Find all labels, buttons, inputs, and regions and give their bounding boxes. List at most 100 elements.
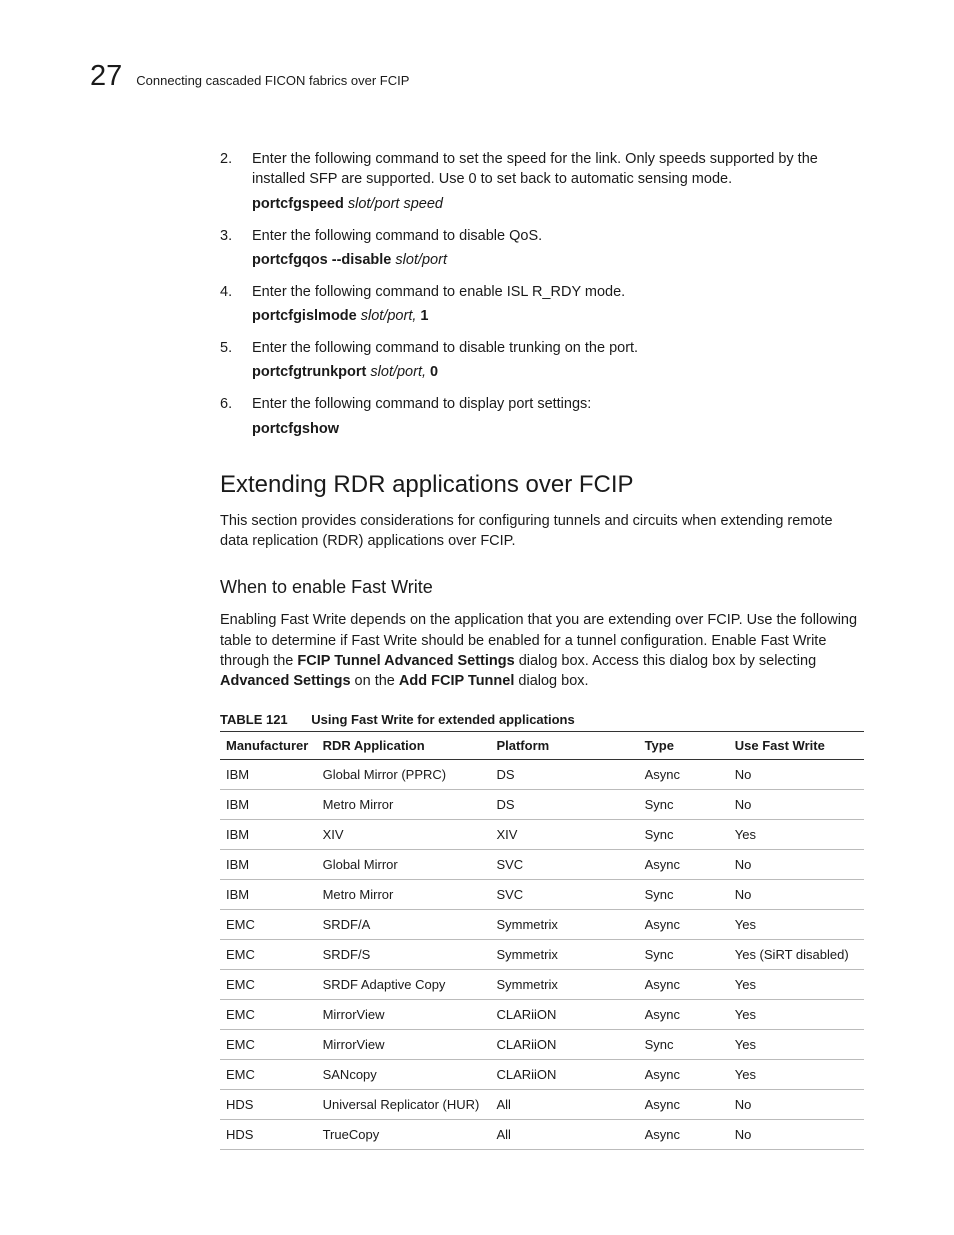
step-number: 6. [220, 394, 232, 414]
column-header: Platform [490, 731, 638, 759]
table-cell: Async [639, 759, 729, 789]
step-text: Enter the following command to display p… [252, 396, 591, 412]
command-name: portcfgtrunkport [252, 364, 366, 380]
table-cell: EMC [220, 939, 317, 969]
table-cell: Metro Mirror [317, 879, 491, 909]
table-cell: DS [490, 759, 638, 789]
para-text: on the [351, 673, 399, 689]
table-cell: Universal Replicator (HUR) [317, 1089, 491, 1119]
table-cell: Async [639, 849, 729, 879]
table-cell: Global Mirror [317, 849, 491, 879]
column-header: Type [639, 731, 729, 759]
table-cell: Metro Mirror [317, 789, 491, 819]
column-header: RDR Application [317, 731, 491, 759]
command-name: portcfgspeed [252, 196, 344, 212]
table-cell: IBM [220, 849, 317, 879]
table-row: EMCMirrorViewCLARiiONAsyncYes [220, 999, 864, 1029]
table-cell: Sync [639, 939, 729, 969]
table-row: IBMGlobal Mirror (PPRC)DSAsyncNo [220, 759, 864, 789]
command-suffix: 0 [426, 364, 438, 380]
command-args: slot/port, [357, 308, 417, 324]
table-cell: Sync [639, 789, 729, 819]
table-cell: Symmetrix [490, 909, 638, 939]
inline-bold-2: Advanced Settings [220, 673, 351, 689]
table-cell: Yes [729, 819, 864, 849]
chapter-number: 27 [90, 60, 122, 93]
table-cell: EMC [220, 909, 317, 939]
para-text: dialog box. Access this dialog box by se… [515, 653, 816, 669]
command-name: portcfgqos --disable [252, 252, 391, 268]
command-name: portcfgshow [252, 421, 339, 437]
table-header-row: ManufacturerRDR ApplicationPlatformTypeU… [220, 731, 864, 759]
step-item: 2.Enter the following command to set the… [220, 149, 864, 190]
inline-bold-1: FCIP Tunnel Advanced Settings [297, 653, 514, 669]
table-cell: MirrorView [317, 1029, 491, 1059]
table-cell: IBM [220, 819, 317, 849]
table-row: IBMXIVXIVSyncYes [220, 819, 864, 849]
table-cell: No [729, 759, 864, 789]
table-cell: Symmetrix [490, 939, 638, 969]
body-column: 2.Enter the following command to set the… [220, 149, 864, 1150]
section-intro: This section provides considerations for… [220, 511, 864, 552]
command-args: slot/port speed [344, 196, 443, 212]
table-row: IBMMetro MirrorSVCSyncNo [220, 879, 864, 909]
table-cell: Async [639, 999, 729, 1029]
table-cell: SRDF/A [317, 909, 491, 939]
table-row: EMCSANcopyCLARiiONAsyncYes [220, 1059, 864, 1089]
table-cell: SVC [490, 879, 638, 909]
table-row: EMCSRDF Adaptive CopySymmetrixAsyncYes [220, 969, 864, 999]
table-cell: HDS [220, 1119, 317, 1149]
table-cell: XIV [490, 819, 638, 849]
table-cell: DS [490, 789, 638, 819]
table-cell: Yes [729, 969, 864, 999]
subsection-paragraph: Enabling Fast Write depends on the appli… [220, 610, 864, 691]
table-row: HDSTrueCopyAllAsyncNo [220, 1119, 864, 1149]
table-cell: No [729, 849, 864, 879]
table-cell: SRDF Adaptive Copy [317, 969, 491, 999]
table-cell: Async [639, 969, 729, 999]
command-line: portcfgtrunkport slot/port, 0 [252, 364, 864, 380]
table-cell: Global Mirror (PPRC) [317, 759, 491, 789]
table-cell: No [729, 879, 864, 909]
table-cell: IBM [220, 759, 317, 789]
table-cell: No [729, 1089, 864, 1119]
table-cell: Async [639, 909, 729, 939]
table-body: IBMGlobal Mirror (PPRC)DSAsyncNoIBMMetro… [220, 759, 864, 1149]
command-line: portcfgislmode slot/port, 1 [252, 308, 864, 324]
table-cell: Yes (SiRT disabled) [729, 939, 864, 969]
table-cell: No [729, 1119, 864, 1149]
table-cell: Yes [729, 999, 864, 1029]
table-cell: All [490, 1089, 638, 1119]
table-cell: TrueCopy [317, 1119, 491, 1149]
column-header: Use Fast Write [729, 731, 864, 759]
step-item: 5. Enter the following command to disable… [220, 338, 864, 358]
table-row: EMCMirrorViewCLARiiONSyncYes [220, 1029, 864, 1059]
command-args: slot/port [391, 252, 447, 268]
table-cell: No [729, 789, 864, 819]
command-line: portcfgspeed slot/port speed [252, 196, 864, 212]
step-text: Enter the following command to set the s… [252, 151, 818, 187]
table-cell: EMC [220, 999, 317, 1029]
table-row: EMCSRDF/SSymmetrixSyncYes (SiRT disabled… [220, 939, 864, 969]
table-cell: SRDF/S [317, 939, 491, 969]
running-header: 27 Connecting cascaded FICON fabrics ove… [90, 60, 864, 93]
step-text: Enter the following command to enable IS… [252, 284, 625, 300]
table-cell: All [490, 1119, 638, 1149]
chapter-title: Connecting cascaded FICON fabrics over F… [136, 73, 409, 88]
para-text: dialog box. [514, 673, 588, 689]
table-cell: CLARiiON [490, 1059, 638, 1089]
table-cell: EMC [220, 1059, 317, 1089]
table-cell: CLARiiON [490, 999, 638, 1029]
step-list: 2.Enter the following command to set the… [220, 149, 864, 437]
fast-write-table: ManufacturerRDR ApplicationPlatformTypeU… [220, 731, 864, 1150]
table-cell: XIV [317, 819, 491, 849]
step-text: Enter the following command to disable t… [252, 340, 638, 356]
subsection-heading: When to enable Fast Write [220, 577, 864, 598]
table-title: Using Fast Write for extended applicatio… [311, 712, 574, 727]
command-line: portcfgqos --disable slot/port [252, 252, 864, 268]
table-cell: HDS [220, 1089, 317, 1119]
step-number: 5. [220, 338, 232, 358]
command-args: slot/port, [366, 364, 426, 380]
table-caption: TABLE 121 Using Fast Write for extended … [220, 712, 864, 727]
table-cell: Async [639, 1059, 729, 1089]
